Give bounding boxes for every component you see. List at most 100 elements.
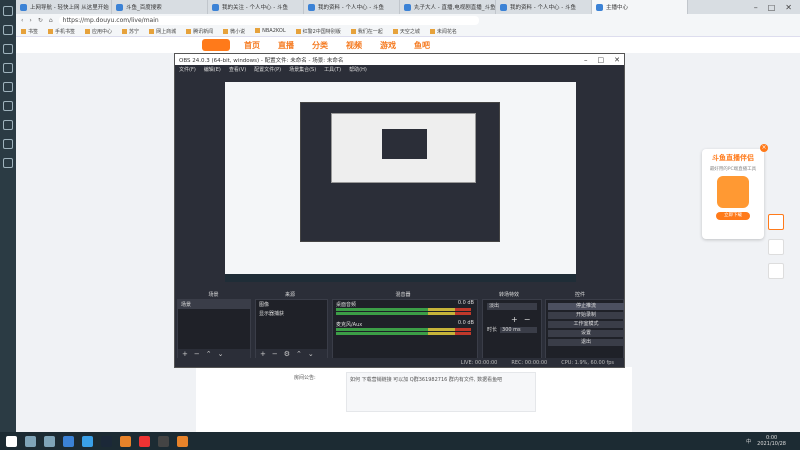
menu-item[interactable]: 帮助(H) — [349, 66, 367, 73]
add-icon[interactable]: + — [260, 350, 266, 358]
close-icon[interactable]: × — [760, 144, 768, 152]
obs-preview[interactable] — [225, 82, 576, 282]
down-icon[interactable]: ⌄ — [218, 350, 224, 358]
home-float-icon[interactable] — [768, 239, 784, 255]
close-icon[interactable]: ✕ — [785, 3, 792, 12]
tools-icon[interactable] — [3, 158, 13, 168]
up-icon[interactable]: ⌃ — [206, 350, 212, 358]
app-icon[interactable] — [139, 435, 150, 447]
bookmark-item[interactable]: 苏宁 — [122, 28, 139, 35]
bookmark-item[interactable]: 书签 — [21, 28, 38, 35]
obs-icon[interactable] — [158, 435, 169, 447]
notes-icon[interactable] — [3, 63, 13, 73]
windows-taskbar: 中 0:00 2021/10/28 — [0, 432, 800, 450]
volume-slider[interactable] — [336, 312, 471, 315]
menu-item[interactable]: 场景集合(S) — [289, 66, 316, 73]
nav-item[interactable]: 游戏 — [380, 40, 396, 51]
tab[interactable]: 斗鱼_百度搜索 — [112, 0, 208, 14]
bookmark-item[interactable]: 微小说 — [223, 28, 245, 35]
tab[interactable]: 我的资料 - 个人中心 - 斗鱼 — [304, 0, 400, 14]
language-indicator[interactable]: 中 — [746, 438, 751, 445]
refresh-icon[interactable]: ↻ — [38, 17, 43, 24]
maximize-icon[interactable]: □ — [598, 56, 605, 64]
back-icon[interactable]: ‹ — [21, 17, 23, 24]
nav-item[interactable]: 鱼吧 — [414, 40, 430, 51]
app-icon[interactable] — [82, 435, 93, 447]
task-view-icon[interactable] — [44, 435, 55, 447]
bookmark-item[interactable]: NBA2KOL — [255, 28, 286, 34]
tab[interactable]: 丸子大人 - 直播,电视剧直播_斗鱼 — [400, 0, 496, 14]
remove-icon[interactable]: − — [194, 350, 200, 358]
bookmark-item[interactable]: 红警2中国特别版 — [296, 28, 341, 35]
forward-icon[interactable]: › — [29, 17, 31, 24]
down-icon[interactable]: ⌄ — [308, 350, 314, 358]
nav-item[interactable]: 直播 — [278, 40, 294, 51]
remove-icon[interactable]: − — [524, 315, 531, 324]
source-item[interactable]: 显示器捕获 — [256, 309, 327, 318]
menu-item[interactable]: 文件(F) — [179, 66, 196, 73]
stop-streaming-button[interactable]: 停止推流 — [548, 303, 624, 310]
close-icon[interactable]: ✕ — [614, 56, 620, 64]
download-icon[interactable] — [3, 44, 13, 54]
game-icon[interactable] — [3, 101, 13, 111]
notice-textarea[interactable]: 如何 下载营销链接 可以加 Q群361982716 群内有文件, 数据看鱼吧 — [346, 372, 536, 412]
play-icon[interactable] — [768, 214, 784, 230]
duration-input[interactable]: 300 ms — [500, 326, 537, 333]
bookmark-item[interactable]: 天空之城 — [393, 28, 420, 35]
tab-active[interactable]: 主播中心 — [592, 0, 688, 14]
mail-icon[interactable] — [3, 82, 13, 92]
start-recording-button[interactable]: 开始录制 — [548, 312, 624, 319]
up-icon[interactable]: ⌃ — [296, 350, 302, 358]
tab[interactable]: 上网导航 - 轻快上网 从这里开始 — [16, 0, 112, 14]
minimize-icon[interactable]: – — [754, 3, 758, 12]
nav-item[interactable]: 视频 — [346, 40, 362, 51]
bookmark-item[interactable]: 应用中心 — [85, 28, 112, 35]
ad-panel[interactable]: × 斗鱼直播伴侣 最好用的PC端直播工具 立即下载 — [702, 144, 768, 239]
chat-icon[interactable] — [3, 120, 13, 130]
tab[interactable]: 我的资料 - 个人中心 - 斗鱼 — [496, 0, 592, 14]
menu-item[interactable]: 工具(T) — [324, 66, 341, 73]
douyu-logo[interactable] — [202, 39, 230, 51]
source-item[interactable]: 图像 — [256, 300, 327, 309]
nav-item[interactable]: 首页 — [244, 40, 260, 51]
studio-mode-button[interactable]: 工作室模式 — [548, 321, 624, 328]
douyu-icon[interactable] — [177, 435, 188, 447]
bookmark-item[interactable]: 我们在一起 — [351, 28, 383, 35]
site-header: 首页 直播 分类 视频 游戏 鱼吧 — [16, 37, 800, 53]
menu-item[interactable]: 查看(V) — [229, 66, 246, 73]
home-icon[interactable]: ⌂ — [49, 17, 53, 24]
app-icon[interactable] — [120, 435, 131, 447]
volume-slider[interactable] — [336, 332, 471, 335]
shop-icon[interactable] — [3, 139, 13, 149]
clock[interactable]: 0:00 2021/10/28 — [757, 435, 786, 447]
tab[interactable]: 我的关注 - 个人中心 - 斗鱼 — [208, 0, 304, 14]
transition-select[interactable]: 淡出 — [487, 303, 537, 310]
maximize-icon[interactable]: □ — [768, 3, 776, 12]
bookmark-item[interactable]: 网上商城 — [149, 28, 176, 35]
history-icon[interactable] — [3, 25, 13, 35]
tab-favicon-icon — [308, 3, 315, 11]
add-icon[interactable]: + — [511, 315, 518, 324]
bookmark-item[interactable]: 未闻花名 — [430, 28, 457, 35]
nav-item[interactable]: 分类 — [312, 40, 328, 51]
settings-button[interactable]: 设置 — [548, 330, 624, 337]
qrcode-icon[interactable] — [768, 263, 784, 279]
download-button[interactable]: 立即下载 — [716, 212, 750, 220]
menu-item[interactable]: 编辑(E) — [204, 66, 221, 73]
remove-icon[interactable]: − — [272, 350, 278, 358]
gear-icon[interactable]: ⚙ — [284, 350, 290, 358]
menu-item[interactable]: 配置文件(P) — [254, 66, 281, 73]
add-icon[interactable]: + — [182, 350, 188, 358]
exit-button[interactable]: 退出 — [548, 339, 624, 346]
minimize-icon[interactable]: – — [584, 56, 588, 64]
url-input[interactable]: https://mp.douyu.com/live/main — [58, 15, 479, 25]
search-icon[interactable] — [25, 435, 36, 447]
scene-item[interactable]: 场景 — [178, 300, 250, 309]
start-icon[interactable] — [6, 435, 17, 447]
desktop: 上网导航 - 轻快上网 从这里开始 斗鱼_百度搜索 我的关注 - 个人中心 - … — [0, 0, 800, 450]
bookmark-item[interactable]: 手机书签 — [48, 28, 75, 35]
steam-icon[interactable] — [101, 435, 112, 447]
browser-icon[interactable] — [63, 435, 74, 447]
bookmark-item[interactable]: 腾讯新闻 — [186, 28, 213, 35]
favorites-icon[interactable] — [3, 6, 13, 16]
